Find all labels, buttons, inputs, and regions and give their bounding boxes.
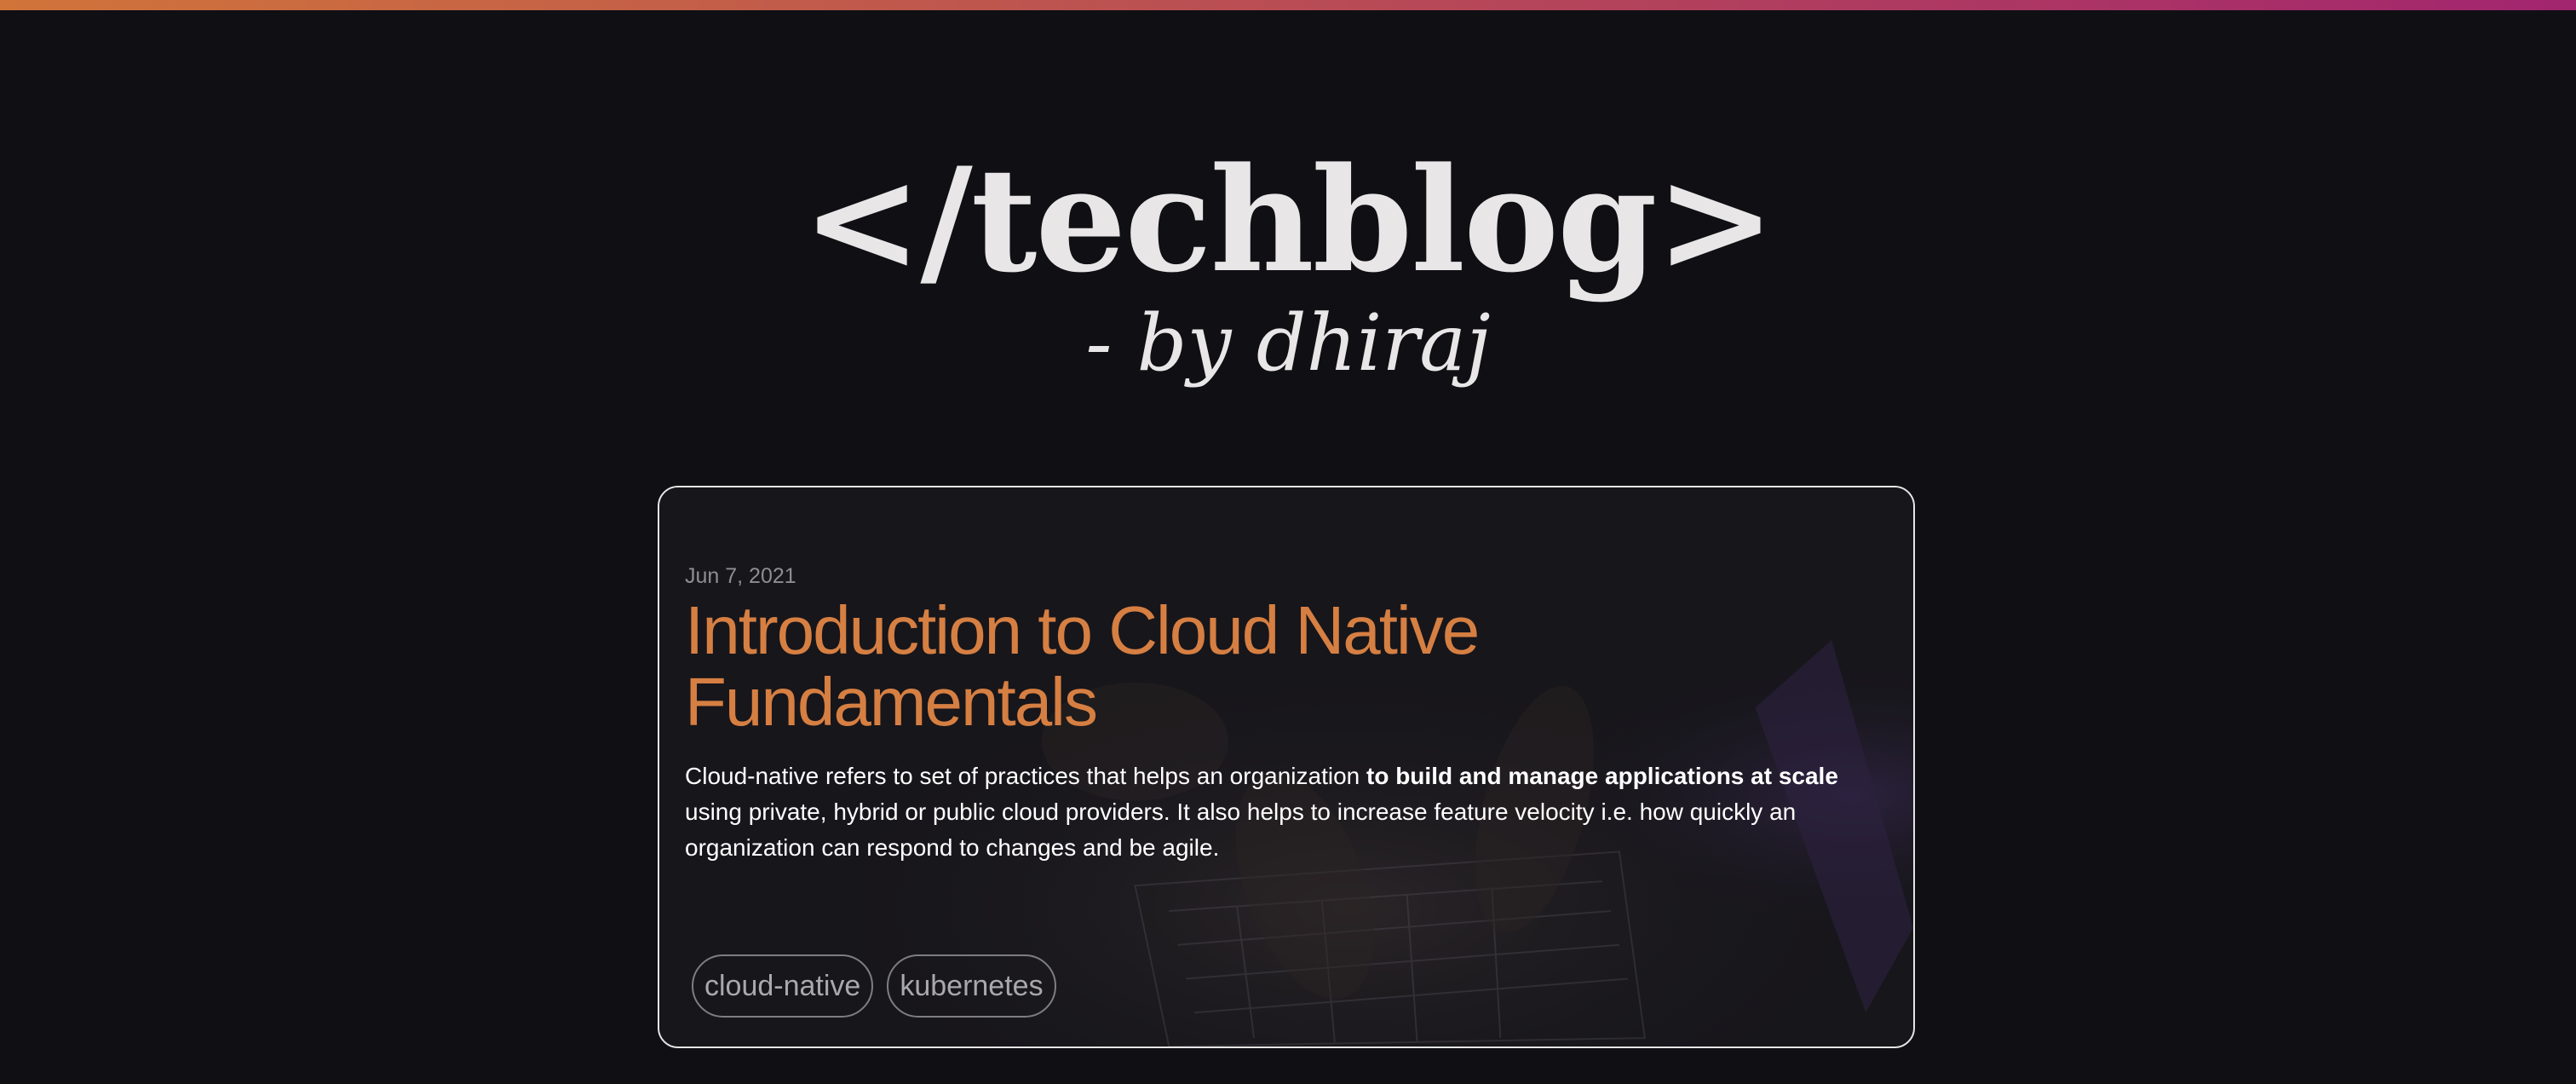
post-excerpt: Cloud-native refers to set of practices … — [685, 758, 1895, 866]
post-title[interactable]: Introduction to Cloud Native Fundamental… — [685, 595, 1622, 738]
accent-gradient-bar — [0, 0, 2576, 10]
site-logo-title[interactable]: </techblog> — [0, 143, 2576, 297]
excerpt-text-start: Cloud-native refers to set of practices … — [685, 763, 1366, 789]
site-logo-subtitle: - by dhiraj — [1085, 297, 1491, 389]
post-card[interactable]: Jun 7, 2021 Introduction to Cloud Native… — [658, 486, 1915, 1048]
tag-cloud-native[interactable]: cloud-native — [692, 954, 874, 1018]
tag-list: cloud-native kubernetes — [692, 954, 1056, 1018]
tag-kubernetes[interactable]: kubernetes — [887, 954, 1056, 1018]
excerpt-text-end: using private, hybrid or public cloud pr… — [685, 799, 1797, 861]
excerpt-emphasis: to build and manage applications at scal… — [1366, 763, 1838, 789]
post-date: Jun 7, 2021 — [685, 564, 796, 588]
